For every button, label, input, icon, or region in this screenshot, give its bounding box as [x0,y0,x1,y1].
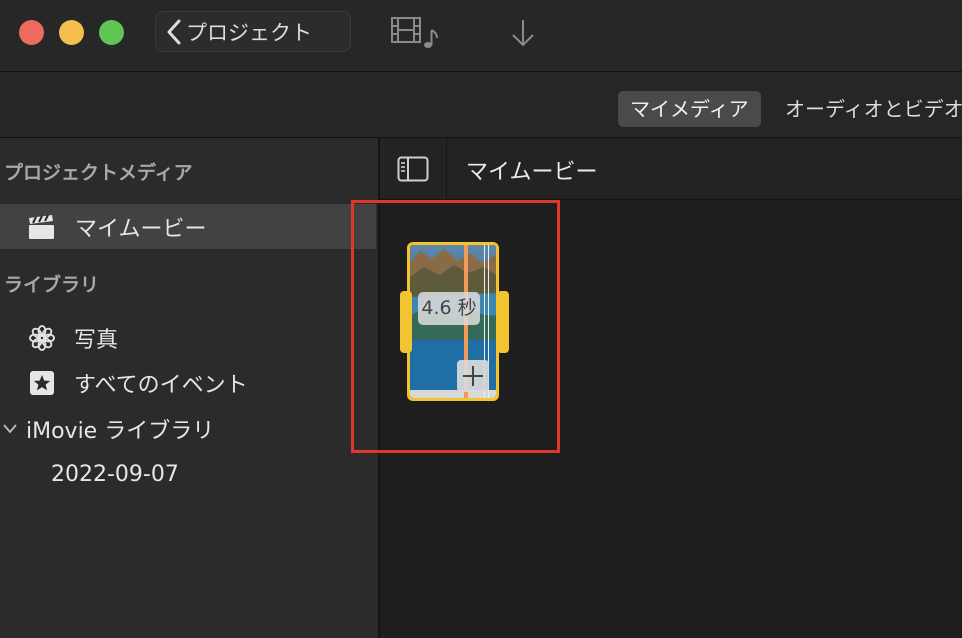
minimize-button[interactable] [59,20,84,45]
tab-my-media[interactable]: マイメディア [618,91,761,127]
star-icon [30,370,54,395]
browser-title: マイムービー [466,160,598,185]
library-sidebar: プロジェクトメディア マイムービー ライブラリ 写真 すべてのイベント iMov… [0,138,380,638]
sidebar-item-imovie-library[interactable]: iMovie ライブラリ [0,406,376,451]
back-button-label: プロジェクト [186,20,312,45]
chevron-down-icon[interactable] [2,423,18,435]
clapperboard-icon [29,214,54,239]
project-media-header: プロジェクトメディア [4,162,193,184]
download-arrow-icon[interactable] [510,18,536,48]
tab-audio-video[interactable]: オーディオとビデオ [773,91,962,127]
back-to-projects-button[interactable]: プロジェクト [155,11,351,52]
sidebar-item-all-events[interactable]: すべてのイベント [0,360,376,405]
sidebar-item-my-movie[interactable]: マイムービー [0,204,376,249]
annotation-highlight-box [351,200,560,453]
chevron-left-icon [167,19,181,44]
sidebar-item-label: マイムービー [75,216,207,242]
sidebar-toggle-icon[interactable] [397,156,429,182]
film-music-icon[interactable] [391,16,441,50]
sidebar-item-label: 写真 [74,327,119,353]
zoom-button[interactable] [99,20,124,45]
media-tab-bar: マイメディア オーディオとビデオ [0,72,962,138]
window-titlebar: プロジェクト [0,0,962,72]
close-button[interactable] [19,20,44,45]
sidebar-item-event-2022-09-07[interactable]: 2022-09-07 [0,452,376,497]
library-header: ライブラリ [4,274,100,296]
sidebar-item-label: すべてのイベント [74,372,248,398]
browser-header: マイムービー [380,138,962,200]
sidebar-item-label: 2022-09-07 [51,462,179,487]
sidebar-item-label: iMovie ライブラリ [26,418,215,444]
header-divider [446,138,447,199]
photos-flower-icon [29,324,55,351]
sidebar-item-photos[interactable]: 写真 [0,315,376,360]
